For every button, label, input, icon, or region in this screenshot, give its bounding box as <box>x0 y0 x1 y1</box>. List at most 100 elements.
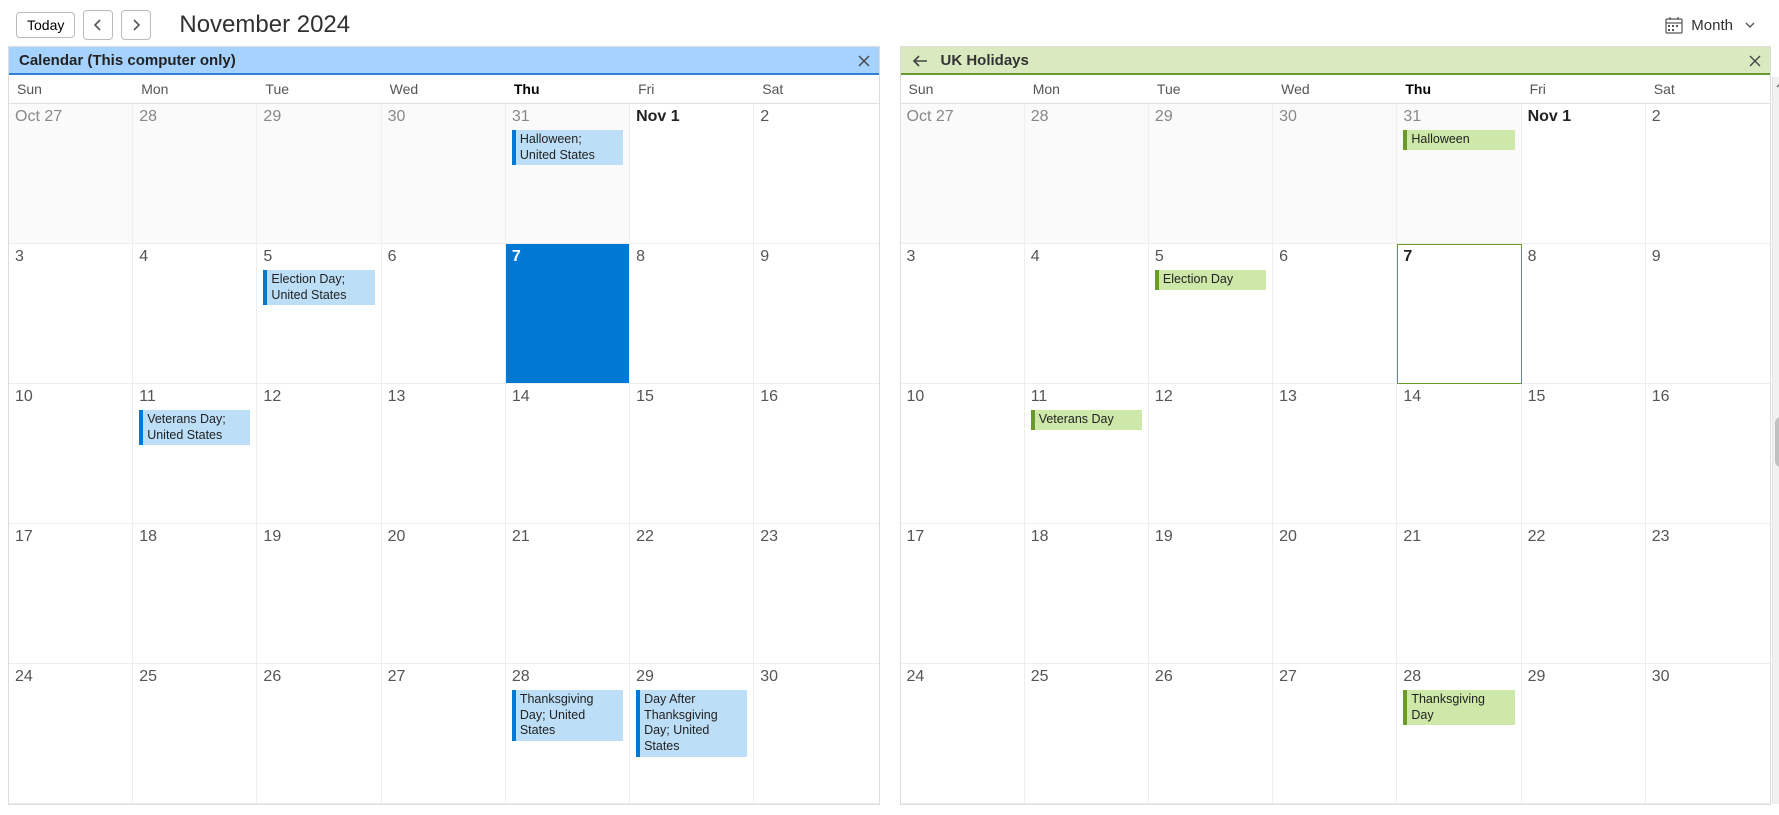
day-cell[interactable]: 30 <box>1646 664 1770 804</box>
day-cell[interactable]: 12 <box>257 384 381 524</box>
day-number: 5 <box>263 248 374 266</box>
day-cell[interactable]: 22 <box>1522 524 1646 664</box>
day-cell[interactable]: 17 <box>9 524 133 664</box>
day-cell[interactable]: 29 <box>257 104 381 244</box>
day-cell[interactable]: 27 <box>1273 664 1397 804</box>
calendar-event[interactable]: Veterans Day <box>1031 410 1142 430</box>
day-cell[interactable]: 21 <box>1397 524 1521 664</box>
day-cell[interactable]: 28Thanksgiving Day; United States <box>506 664 630 804</box>
day-cell[interactable]: 10 <box>9 384 133 524</box>
day-cell[interactable]: 12 <box>1149 384 1273 524</box>
day-cell[interactable]: 23 <box>1646 524 1770 664</box>
calendar-event[interactable]: Halloween; United States <box>512 130 623 165</box>
close-pane-button[interactable] <box>1740 47 1770 75</box>
day-cell[interactable]: 29Day After Thanksgiving Day; United Sta… <box>630 664 754 804</box>
day-number: 25 <box>139 668 250 686</box>
calendar-event[interactable]: Day After Thanksgiving Day; United State… <box>636 690 747 757</box>
day-cell[interactable]: 15 <box>630 384 754 524</box>
day-cell[interactable]: 18 <box>1025 524 1149 664</box>
day-cell[interactable]: Nov 1 <box>1522 104 1646 244</box>
day-number: 27 <box>1279 668 1390 686</box>
day-number: 31 <box>512 108 623 126</box>
day-cell[interactable]: 13 <box>1273 384 1397 524</box>
prev-month-button[interactable] <box>83 10 113 40</box>
day-cell[interactable]: 14 <box>506 384 630 524</box>
day-cell[interactable]: 26 <box>1149 664 1273 804</box>
scrollbar[interactable] <box>1772 77 1779 804</box>
day-cell[interactable]: 30 <box>754 664 878 804</box>
day-number: 7 <box>1403 248 1514 266</box>
day-cell[interactable]: 6 <box>382 244 506 384</box>
day-cell[interactable]: 20 <box>1273 524 1397 664</box>
today-button[interactable]: Today <box>16 12 75 38</box>
day-cell[interactable]: 14 <box>1397 384 1521 524</box>
day-cell[interactable]: 25 <box>1025 664 1149 804</box>
next-month-button[interactable] <box>121 10 151 40</box>
day-cell[interactable]: 29 <box>1149 104 1273 244</box>
day-cell[interactable]: 11Veterans Day; United States <box>133 384 257 524</box>
day-cell[interactable]: 22 <box>630 524 754 664</box>
day-cell[interactable]: 25 <box>133 664 257 804</box>
day-cell[interactable]: 17 <box>901 524 1025 664</box>
day-cell[interactable]: 18 <box>133 524 257 664</box>
day-cell[interactable]: 8 <box>630 244 754 384</box>
day-cell[interactable]: 28 <box>133 104 257 244</box>
day-cell[interactable]: 11 Veterans Day <box>1025 384 1149 524</box>
day-cell[interactable]: 5 Election Day; United States <box>257 244 381 384</box>
day-cell[interactable]: 31Halloween <box>1397 104 1521 244</box>
day-cell[interactable]: 4 <box>1025 244 1149 384</box>
day-cell[interactable]: 30 <box>1273 104 1397 244</box>
day-cell[interactable]: 2 <box>1646 104 1770 244</box>
day-number: 11 <box>1031 388 1142 406</box>
calendar-event[interactable]: Thanksgiving Day; United States <box>512 690 623 741</box>
day-cell[interactable]: 21 <box>506 524 630 664</box>
calendar-event[interactable]: Election Day <box>1155 270 1266 290</box>
day-cell[interactable]: 19 <box>1149 524 1273 664</box>
day-cell[interactable]: 30 <box>382 104 506 244</box>
day-cell[interactable]: 7 <box>506 244 630 384</box>
day-cell[interactable]: 8 <box>1522 244 1646 384</box>
day-number: 14 <box>1403 388 1514 406</box>
day-cell[interactable]: 2 <box>754 104 878 244</box>
day-cell[interactable]: 13 <box>382 384 506 524</box>
back-button[interactable] <box>905 47 935 75</box>
day-cell[interactable]: 29 <box>1522 664 1646 804</box>
scroll-thumb[interactable] <box>1775 417 1779 467</box>
day-cell[interactable]: 19 <box>257 524 381 664</box>
calendar-event[interactable]: Veterans Day; United States <box>139 410 250 445</box>
day-cell[interactable]: 6 <box>1273 244 1397 384</box>
day-cell[interactable]: Oct 27 <box>901 104 1025 244</box>
day-cell[interactable]: 31 Halloween; United States <box>506 104 630 244</box>
calendar-event[interactable]: Election Day; United States <box>263 270 374 305</box>
day-cell[interactable]: Nov 1 <box>630 104 754 244</box>
day-cell[interactable]: 27 <box>382 664 506 804</box>
day-cell[interactable]: 20 <box>382 524 506 664</box>
day-cell[interactable]: 10 <box>901 384 1025 524</box>
weekday-label: Fri <box>1522 75 1646 103</box>
day-cell[interactable]: 16 <box>754 384 878 524</box>
calendar-event[interactable]: Thanksgiving Day <box>1403 690 1514 725</box>
day-cell[interactable]: 9 <box>1646 244 1770 384</box>
day-cell[interactable]: 23 <box>754 524 878 664</box>
day-cell[interactable]: 7 <box>1397 244 1521 384</box>
day-cell[interactable]: 28 <box>1025 104 1149 244</box>
day-cell[interactable]: 15 <box>1522 384 1646 524</box>
day-number: 30 <box>1652 668 1764 686</box>
day-cell[interactable]: 3 <box>9 244 133 384</box>
month-title: November 2024 <box>179 11 350 39</box>
day-cell[interactable]: Oct 27 <box>9 104 133 244</box>
day-cell[interactable]: 26 <box>257 664 381 804</box>
view-switcher[interactable]: Month <box>1657 12 1763 38</box>
day-number: 15 <box>636 388 747 406</box>
day-cell[interactable]: 3 <box>901 244 1025 384</box>
day-cell[interactable]: 9 <box>754 244 878 384</box>
close-pane-button[interactable] <box>849 47 879 75</box>
day-cell[interactable]: 24 <box>9 664 133 804</box>
calendar-event[interactable]: Halloween <box>1403 130 1514 150</box>
day-cell[interactable]: 24 <box>901 664 1025 804</box>
day-cell[interactable]: 4 <box>133 244 257 384</box>
scroll-up-button[interactable] <box>1776 77 1779 93</box>
day-cell[interactable]: 5Election Day <box>1149 244 1273 384</box>
day-cell[interactable]: 28Thanksgiving Day <box>1397 664 1521 804</box>
day-cell[interactable]: 16 <box>1646 384 1770 524</box>
